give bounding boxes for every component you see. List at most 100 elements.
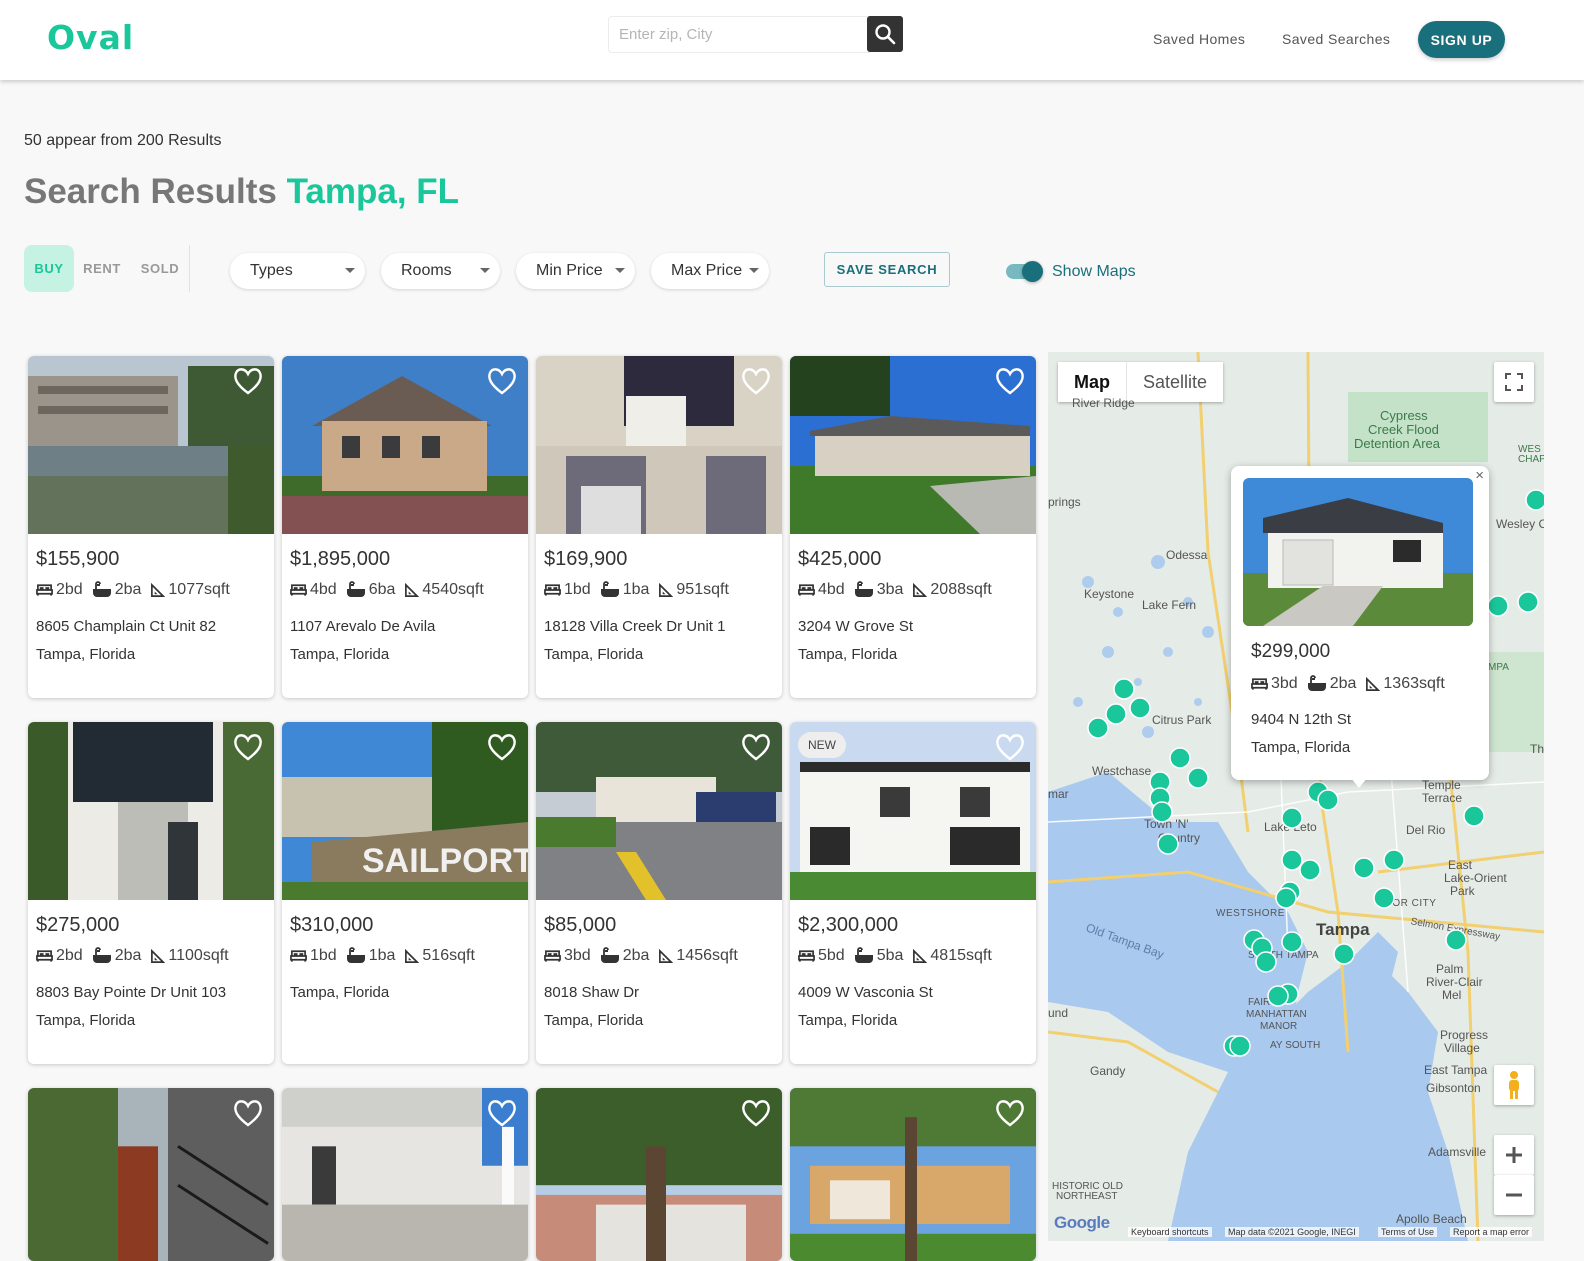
fullscreen-icon <box>1505 373 1523 391</box>
listing-price: $275,000 <box>36 914 120 936</box>
beds: 1bd <box>310 947 337 964</box>
search-input[interactable] <box>608 16 870 53</box>
search-button[interactable] <box>867 16 903 52</box>
listing-specs: 4bd 3ba 2088sqft <box>798 581 1001 599</box>
favorite-heart-icon[interactable] <box>232 1098 264 1128</box>
saved-homes-link[interactable]: Saved Homes <box>1153 31 1245 47</box>
favorite-heart-icon[interactable] <box>994 366 1026 396</box>
sqft: 1456sqft <box>676 947 738 964</box>
sqft: 516sqft <box>422 947 475 964</box>
map-label: Town 'N' <box>1144 817 1189 831</box>
favorite-heart-icon[interactable] <box>994 732 1026 762</box>
rooms-label: Rooms <box>401 262 452 279</box>
bath-icon <box>1307 675 1327 693</box>
page-title: Search Results Tampa, FL <box>24 172 459 212</box>
favorite-heart-icon[interactable] <box>486 366 518 396</box>
minus-icon <box>1506 1193 1522 1197</box>
listing-address-line2: Tampa, Florida <box>36 646 136 663</box>
terms-link[interactable]: Terms of Use <box>1378 1227 1438 1237</box>
popup-address-line2: Tampa, Florida <box>1251 739 1351 756</box>
map-label: und <box>1048 1006 1069 1020</box>
listing-address-line1: 1107 Arevalo De Avila <box>290 618 436 635</box>
map-label: Th <box>1530 742 1544 756</box>
baths: 2ba <box>114 947 142 964</box>
listing-card[interactable]: NEW $2,300,000 5bd 5ba 4815sqft 4009 W V… <box>790 722 1036 1064</box>
rent-toggle[interactable]: RENT <box>78 245 126 292</box>
types-dropdown[interactable]: Types <box>230 253 365 289</box>
listing-card[interactable]: $275,000 2bd 2ba 1100sqft 8803 Bay Point… <box>28 722 274 1064</box>
fullscreen-button[interactable] <box>1494 362 1534 402</box>
close-icon[interactable]: × <box>1475 467 1484 484</box>
chevron-down-icon <box>345 268 355 273</box>
baths: 3ba <box>876 581 904 598</box>
save-search-button[interactable]: SAVE SEARCH <box>824 252 950 287</box>
street-view-button[interactable] <box>1494 1065 1534 1105</box>
map-label: AY SOUTH <box>1270 1040 1321 1051</box>
favorite-heart-icon[interactable] <box>232 366 264 396</box>
listing-card[interactable]: $425,000 4bd 3ba 2088sqft 3204 W Grove S… <box>790 356 1036 698</box>
satellite-tab[interactable]: Satellite <box>1127 362 1223 402</box>
zoom-out-button[interactable] <box>1494 1175 1534 1215</box>
min-price-dropdown[interactable]: Min Price <box>516 253 635 289</box>
listing-card[interactable] <box>28 1088 274 1261</box>
listing-address-line1: Tampa, Florida <box>290 984 390 1001</box>
favorite-heart-icon[interactable] <box>232 732 264 762</box>
favorite-heart-icon[interactable] <box>994 1098 1026 1128</box>
buy-toggle[interactable]: BUY <box>24 245 74 292</box>
bath-icon <box>600 581 620 599</box>
bath-icon <box>346 947 366 965</box>
map-label: Odessa <box>1166 548 1208 562</box>
rooms-dropdown[interactable]: Rooms <box>381 253 500 289</box>
sqft: 1100sqft <box>168 947 229 964</box>
listing-card[interactable]: SAILPORT $310,000 1bd 1ba 516sqft Tampa,… <box>282 722 528 1064</box>
listing-card[interactable]: $1,895,000 4bd 6ba 4540sqft 1107 Arevalo… <box>282 356 528 698</box>
beds: 2bd <box>56 581 83 598</box>
saved-searches-link[interactable]: Saved Searches <box>1282 31 1390 47</box>
bath-icon <box>854 947 874 965</box>
max-price-dropdown[interactable]: Max Price <box>651 253 769 289</box>
max-price-label: Max Price <box>671 262 743 279</box>
map-data-attribution: Map data ©2021 Google, INEGI <box>1225 1227 1359 1237</box>
keyboard-shortcuts-link[interactable]: Keyboard shortcuts <box>1128 1227 1212 1237</box>
favorite-heart-icon[interactable] <box>486 732 518 762</box>
map-label: Temple <box>1422 778 1461 792</box>
show-maps-toggle[interactable] <box>1006 261 1043 282</box>
map-label: Country <box>1158 831 1201 845</box>
sold-toggle[interactable]: SOLD <box>134 245 186 292</box>
listing-card[interactable] <box>536 1088 782 1261</box>
listing-card[interactable] <box>790 1088 1036 1261</box>
beds: 3bd <box>564 947 591 964</box>
map-label: SOUTH TAMPA <box>1248 950 1319 961</box>
listing-card[interactable]: $155,900 2bd 2ba 1077sqft 8605 Champlain… <box>28 356 274 698</box>
zoom-in-button[interactable] <box>1494 1135 1534 1175</box>
listing-price: $169,900 <box>544 548 628 570</box>
listing-address-line2: Tampa, Florida <box>290 646 390 663</box>
favorite-heart-icon[interactable] <box>486 1098 518 1128</box>
top-header: Oval Saved Homes Saved Searches SIGN UP <box>0 0 1584 80</box>
favorite-heart-icon[interactable] <box>740 732 772 762</box>
listing-address-line2: Tampa, Florida <box>798 646 898 663</box>
bath-icon <box>854 581 874 599</box>
report-error-link[interactable]: Report a map error <box>1450 1227 1533 1237</box>
favorite-heart-icon[interactable] <box>740 366 772 396</box>
favorite-heart-icon[interactable] <box>740 1098 772 1128</box>
map-label: MPA <box>1488 662 1509 673</box>
listing-card[interactable]: $169,900 1bd 1ba 951sqft 18128 Villa Cre… <box>536 356 782 698</box>
listing-popup[interactable]: × $299,000 3bd 2ba 1363sqft 9404 N 12th … <box>1231 466 1489 780</box>
map-label: Gandy <box>1090 1064 1126 1078</box>
listing-card[interactable]: $85,000 3bd 2ba 1456sqft 8018 Shaw Dr Ta… <box>536 722 782 1064</box>
beds: 1bd <box>564 581 591 598</box>
signup-button[interactable]: SIGN UP <box>1418 21 1505 58</box>
logo[interactable]: Oval <box>47 18 134 57</box>
chevron-down-icon <box>480 268 490 273</box>
listing-card[interactable] <box>282 1088 528 1261</box>
map-label: Palm <box>1436 962 1464 976</box>
area-icon <box>150 583 165 598</box>
area-icon <box>658 583 673 598</box>
bed-icon <box>36 949 53 963</box>
baths: 2ba <box>114 581 142 598</box>
map-label: YBOR CITY <box>1378 898 1437 909</box>
map-panel[interactable]: Map Satellite River Ridge Cypress Creek … <box>1048 352 1544 1241</box>
map-label: Lake-Orient <box>1444 871 1507 885</box>
baths: 1ba <box>622 581 650 598</box>
